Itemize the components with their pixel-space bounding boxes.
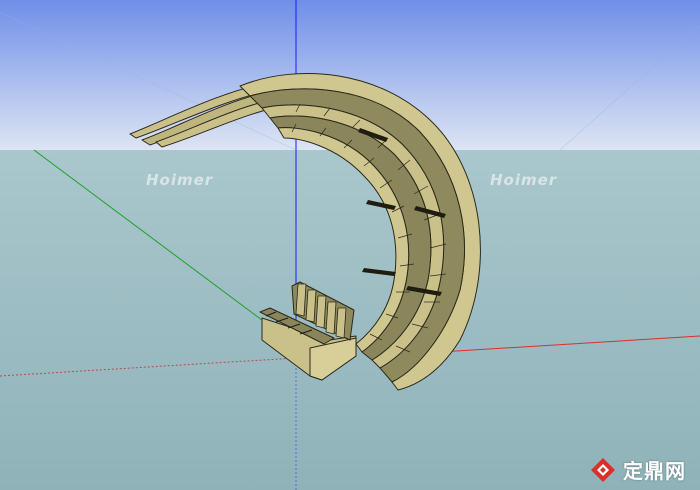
watermark-right: Hoimer	[490, 171, 558, 189]
watermark-left: Hoimer	[146, 171, 214, 189]
brand-text: 定鼎网	[623, 459, 686, 483]
brand-logo-icon	[591, 457, 615, 482]
sketchup-viewport	[0, 0, 700, 490]
brand-watermark: 定鼎网	[589, 455, 686, 484]
